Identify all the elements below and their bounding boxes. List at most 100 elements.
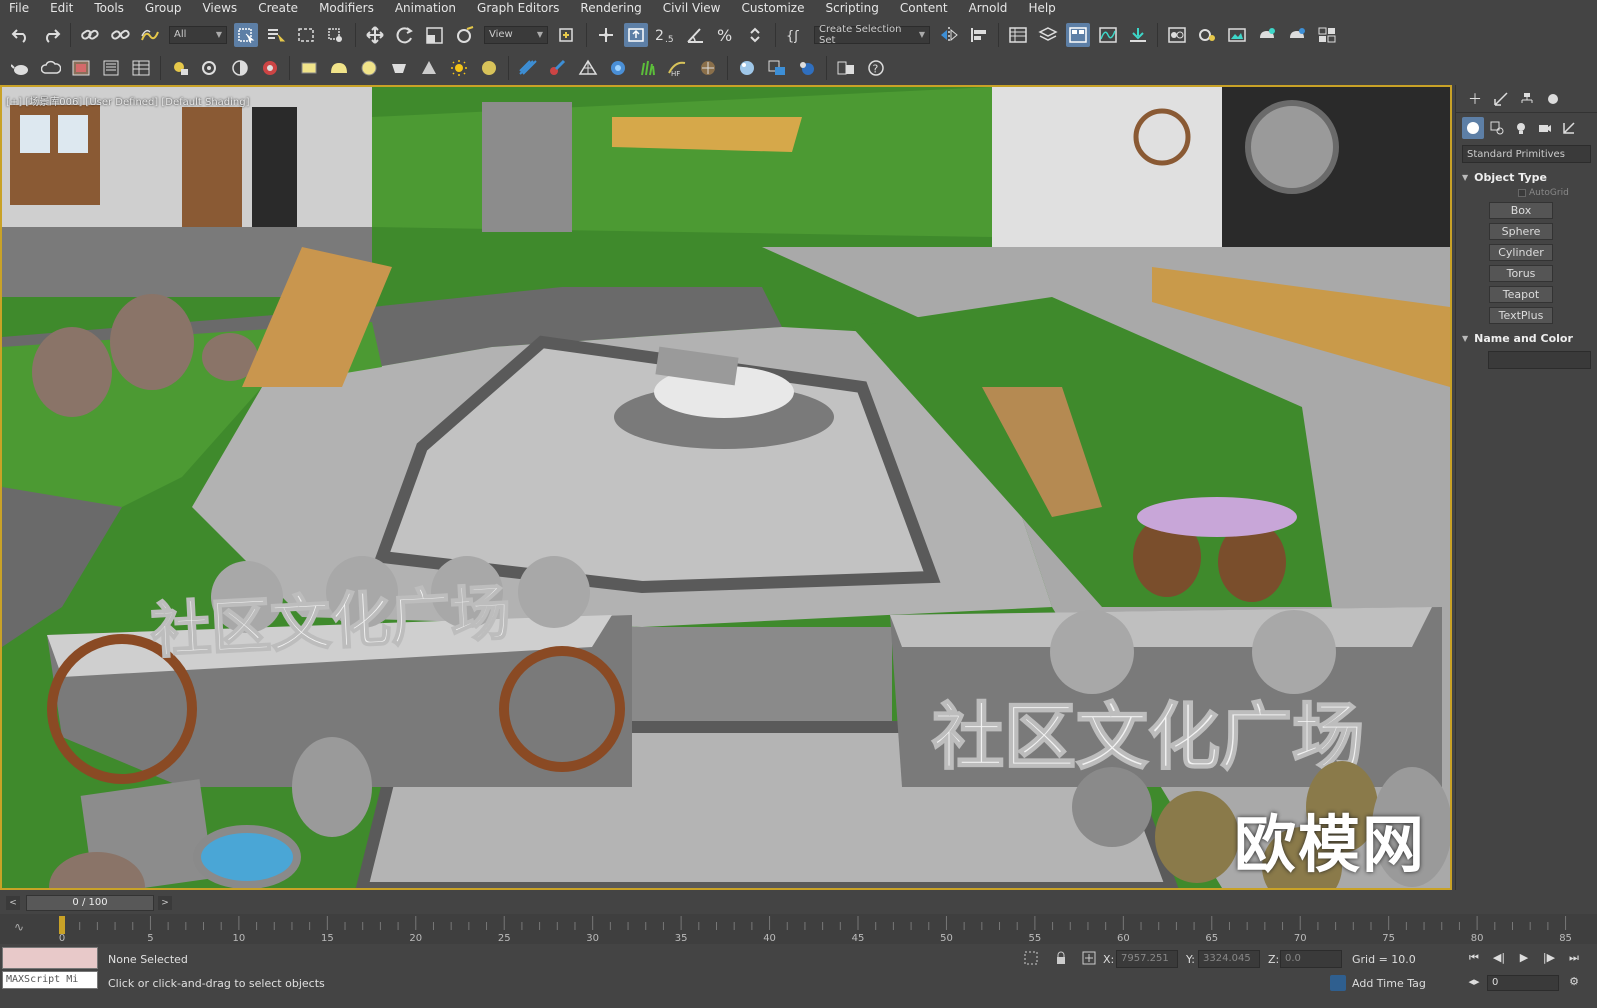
- menu-animation[interactable]: Animation: [386, 0, 468, 16]
- sun-icon[interactable]: [447, 56, 471, 80]
- autogrid-checkbox[interactable]: AutoGrid: [1518, 188, 1597, 198]
- menu-group[interactable]: Group: [136, 0, 194, 16]
- grass-icon[interactable]: [636, 56, 660, 80]
- scene-explorer-icon[interactable]: [1006, 23, 1030, 47]
- render-production-icon[interactable]: [1255, 23, 1279, 47]
- edit-named-selection-icon[interactable]: {ʃ: [783, 23, 807, 47]
- pivot-center-icon[interactable]: [555, 23, 579, 47]
- go-to-start-icon[interactable]: ⏮: [1465, 949, 1483, 967]
- schematic-view-icon[interactable]: [1126, 23, 1150, 47]
- select-object-icon[interactable]: [234, 22, 258, 47]
- key-mode-icon[interactable]: ◂▸: [1465, 973, 1483, 991]
- teapot-icon[interactable]: [9, 56, 33, 80]
- menu-views[interactable]: Views: [193, 0, 249, 16]
- shapes-icon[interactable]: [1486, 117, 1508, 139]
- displacement-icon[interactable]: [696, 56, 720, 80]
- unlink-icon[interactable]: [108, 23, 132, 47]
- selection-filter-dropdown[interactable]: All ▼: [169, 25, 227, 44]
- maxscript-mini-listener[interactable]: MAXScript Mi: [2, 971, 98, 989]
- cloud-icon[interactable]: [39, 56, 63, 80]
- object-name-field[interactable]: [1488, 351, 1591, 369]
- previous-key-icon[interactable]: ◀|: [1490, 949, 1508, 967]
- motion-tab-icon[interactable]: [1540, 88, 1566, 110]
- named-selection-dropdown[interactable]: Create Selection Set ▼: [814, 24, 930, 46]
- link-icon[interactable]: [78, 23, 102, 47]
- create-tab-icon[interactable]: ＋: [1462, 88, 1488, 110]
- rectangular-selection-icon[interactable]: [294, 23, 318, 47]
- percent-snap-icon[interactable]: %: [714, 23, 738, 47]
- align-icon[interactable]: [967, 23, 991, 47]
- light-lister-icon[interactable]: [168, 56, 192, 80]
- absolute-mode-icon[interactable]: [1082, 951, 1096, 965]
- menu-rendering[interactable]: Rendering: [571, 0, 653, 16]
- current-frame-marker[interactable]: [59, 916, 65, 934]
- sphere-button[interactable]: Sphere: [1489, 223, 1553, 240]
- redo-icon[interactable]: [39, 23, 63, 47]
- place-icon[interactable]: [453, 23, 477, 47]
- time-slider-thumb[interactable]: 0 / 100: [26, 895, 154, 911]
- menu-graph-editors[interactable]: Graph Editors: [468, 0, 571, 16]
- curve-editor-icon[interactable]: [1096, 23, 1120, 47]
- menu-customize[interactable]: Customize: [732, 0, 816, 16]
- proxy-icon[interactable]: [546, 56, 570, 80]
- next-key-icon[interactable]: |▶: [1540, 949, 1558, 967]
- spinner-snap-icon[interactable]: [744, 23, 768, 47]
- select-by-name-icon[interactable]: [264, 23, 288, 47]
- render-mode-icon[interactable]: [1315, 23, 1339, 47]
- rendered-frame-window-icon[interactable]: [1225, 23, 1249, 47]
- y-coordinate-field[interactable]: 3324.045: [1198, 950, 1260, 968]
- photometric-icon[interactable]: [228, 56, 252, 80]
- textplus-button[interactable]: TextPlus: [1489, 307, 1553, 324]
- previous-frame-arrow-icon[interactable]: <: [6, 896, 20, 910]
- bind-space-warp-icon[interactable]: [138, 23, 162, 47]
- mirror-icon[interactable]: [937, 23, 961, 47]
- render-elements-icon[interactable]: [99, 56, 123, 80]
- spot-light-icon[interactable]: [417, 56, 441, 80]
- reference-coord-dropdown[interactable]: View ▼: [484, 25, 548, 44]
- box-button[interactable]: Box: [1489, 202, 1553, 219]
- snaps-toggle-icon[interactable]: 2.5: [654, 23, 678, 47]
- viewport-label[interactable]: [+] [场景库006] [User Defined] [Default Sha…: [6, 93, 250, 108]
- z-coordinate-field[interactable]: 0.0: [1280, 950, 1342, 968]
- plane-light-icon[interactable]: [297, 56, 321, 80]
- menu-modifiers[interactable]: Modifiers: [310, 0, 386, 16]
- dome-light-icon[interactable]: [327, 56, 351, 80]
- window-crossing-icon[interactable]: [324, 23, 348, 47]
- converter-icon[interactable]: [765, 56, 789, 80]
- undo-icon[interactable]: [9, 23, 33, 47]
- menu-scripting[interactable]: Scripting: [816, 0, 890, 16]
- film-icon[interactable]: [198, 56, 222, 80]
- current-frame-field[interactable]: 0: [1487, 975, 1559, 991]
- menu-help[interactable]: Help: [1019, 0, 1067, 16]
- perspective-viewport[interactable]: [+] [场景库006] [User Defined] [Default Sha…: [0, 85, 1452, 890]
- menu-create[interactable]: Create: [249, 0, 310, 16]
- isolate-selection-icon[interactable]: [1024, 951, 1038, 965]
- hierarchy-tab-icon[interactable]: [1514, 88, 1540, 110]
- play-icon[interactable]: ▶: [1515, 949, 1533, 967]
- material-sphere-icon[interactable]: [735, 56, 759, 80]
- vray-icon[interactable]: [258, 56, 282, 80]
- scatter-icon[interactable]: [516, 56, 540, 80]
- toggle-ribbon-icon[interactable]: [1066, 22, 1090, 47]
- menu-arnold[interactable]: Arnold: [960, 0, 1020, 16]
- menu-content[interactable]: Content: [891, 0, 960, 16]
- menu-civil-view[interactable]: Civil View: [654, 0, 733, 16]
- object-type-rollout[interactable]: ▼ Object Type: [1462, 171, 1591, 184]
- go-to-end-icon[interactable]: ⏭: [1565, 949, 1583, 967]
- menu-tools[interactable]: Tools: [85, 0, 136, 16]
- cameras-icon[interactable]: [1534, 117, 1556, 139]
- material-editor-icon[interactable]: [1165, 23, 1189, 47]
- environment-icon[interactable]: [69, 56, 93, 80]
- select-manipulate-icon[interactable]: [594, 23, 618, 47]
- ambient-light-icon[interactable]: [477, 56, 501, 80]
- torus-button[interactable]: Torus: [1489, 265, 1553, 282]
- help-icon[interactable]: ?: [864, 56, 888, 80]
- teapot-button[interactable]: Teapot: [1489, 286, 1553, 303]
- geometry-icon[interactable]: [1462, 117, 1484, 139]
- mesh-export-icon[interactable]: [576, 56, 600, 80]
- add-time-tag[interactable]: Add Time Tag: [1352, 977, 1426, 990]
- cylinder-button[interactable]: Cylinder: [1489, 244, 1553, 261]
- sphere-light-icon[interactable]: [357, 56, 381, 80]
- scale-icon[interactable]: [423, 23, 447, 47]
- track-bar[interactable]: ∿ 0 5 10 15 20 25 30 35 40 45 50 55 60 65 70 75 80 85: [0, 914, 1597, 944]
